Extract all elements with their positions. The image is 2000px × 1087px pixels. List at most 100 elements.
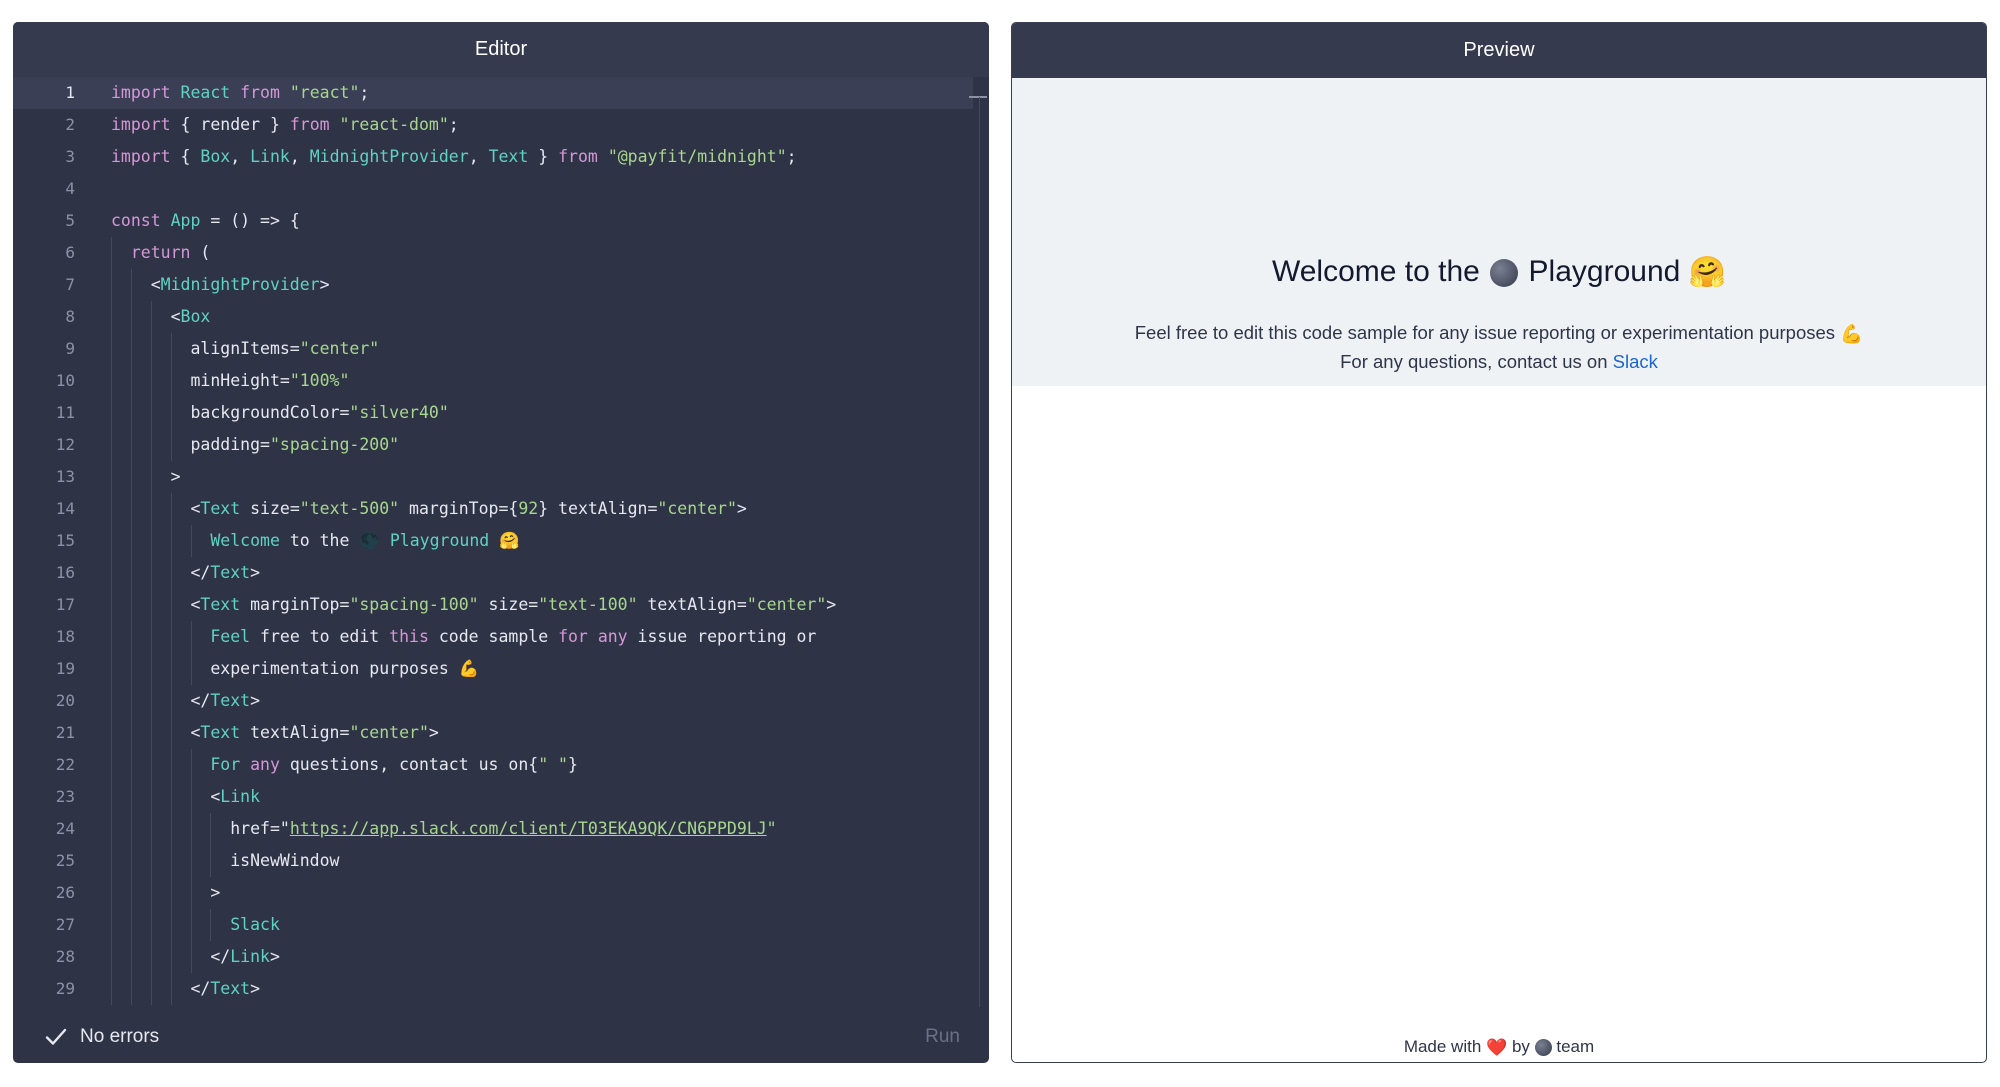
code-token: Box xyxy=(200,147,231,166)
footer-text-start: Made with xyxy=(1403,1037,1482,1056)
code-line[interactable]: 20 </Text> xyxy=(13,685,989,717)
code-line[interactable]: 23 <Link xyxy=(13,781,989,813)
code-token: "text-500" xyxy=(299,499,400,518)
line-number: 7 xyxy=(65,275,75,294)
code-token: > xyxy=(250,691,261,710)
preview-contact: For any questions, contact us on Slack xyxy=(1012,350,1986,374)
editor-panel: Editor 1 import React from "react"; 2 impor… xyxy=(13,22,989,1063)
code-line[interactable]: 1 import React from "react"; xyxy=(13,77,973,109)
code-token: from xyxy=(240,83,280,102)
code-token: > xyxy=(428,723,439,742)
code-token: any xyxy=(597,627,628,646)
line-code: import { Box, Link, MidnightProvider, Te… xyxy=(111,141,797,173)
line-number: 18 xyxy=(55,627,75,646)
code-token: size= xyxy=(478,595,539,614)
code-line[interactable]: 4 xyxy=(13,173,989,205)
line-code: import React from "react"; xyxy=(111,77,369,109)
line-number: 2 xyxy=(65,115,75,134)
code-line[interactable]: 9 alignItems="center" xyxy=(13,333,989,365)
code-line[interactable]: 21 <Text textAlign="center"> xyxy=(13,717,989,749)
code-token: For xyxy=(210,755,241,774)
code-token: for xyxy=(558,627,588,646)
code-token: padding= xyxy=(111,435,270,454)
code-line[interactable]: 3 import { Box, Link, MidnightProvider, T… xyxy=(13,141,989,173)
code-token: marginTop= xyxy=(240,595,350,614)
code-line[interactable]: 10 minHeight="100%" xyxy=(13,365,989,397)
code-line[interactable]: 28 </Link> xyxy=(13,941,989,973)
code-token: , xyxy=(230,147,251,166)
code-line[interactable]: 2 import { render } from "react-dom"; xyxy=(13,109,989,141)
code-line[interactable]: 24 href="https://app.slack.com/client/T0… xyxy=(13,813,989,845)
line-code: import { render } from "react-dom"; xyxy=(111,109,459,141)
code-token: Feel xyxy=(210,627,251,646)
code-line[interactable]: 8 <Box xyxy=(13,301,989,333)
code-line[interactable]: 25 isNewWindow xyxy=(13,845,989,877)
preview-panel: Preview Welcome to the Playground 🤗 Feel… xyxy=(1011,22,1987,1063)
line-code: href="https://app.slack.com/client/T03EK… xyxy=(111,813,776,845)
code-token: > xyxy=(250,563,261,582)
code-token: return xyxy=(130,243,191,262)
code-line[interactable]: 16 </Text> xyxy=(13,557,989,589)
line-code: For any questions, contact us on{" "} xyxy=(111,749,578,781)
line-code: minHeight="100%" xyxy=(111,365,349,397)
code-line[interactable]: 11 backgroundColor="silver40" xyxy=(13,397,989,429)
code-token: import xyxy=(111,83,171,102)
code-token: </ xyxy=(111,979,211,998)
line-code: return ( xyxy=(111,237,210,269)
line-number: 14 xyxy=(55,499,75,518)
code-line[interactable]: 22 For any questions, contact us on{" "} xyxy=(13,749,989,781)
code-token: < xyxy=(111,595,201,614)
code-line[interactable]: 27 Slack xyxy=(13,909,989,941)
code-line[interactable]: 18 Feel free to edit this code sample fo… xyxy=(13,621,989,653)
code-token: < xyxy=(111,723,201,742)
code-token: Text xyxy=(210,691,251,710)
code-token: } xyxy=(528,147,559,166)
code-token: from xyxy=(558,147,598,166)
line-number: 1 xyxy=(65,83,75,102)
code-line[interactable]: 12 padding="spacing-200" xyxy=(13,429,989,461)
code-line[interactable]: 15 Welcome to the 🌑 Playground 🤗 xyxy=(13,525,989,557)
code-line[interactable]: 7 <MidnightProvider> xyxy=(13,269,989,301)
code-line[interactable]: 6 return ( xyxy=(13,237,989,269)
code-token: MidnightProvider xyxy=(309,147,469,166)
code-token: , xyxy=(468,147,489,166)
line-number: 16 xyxy=(55,563,75,582)
code-token: "center" xyxy=(349,723,429,742)
line-code: backgroundColor="silver40" xyxy=(111,397,448,429)
code-url-link[interactable]: https://app.slack.com/client/T03EKA9QK/C… xyxy=(290,819,767,838)
code-line[interactable]: 19 experimentation purposes 💪 xyxy=(13,653,989,685)
line-number: 25 xyxy=(55,851,75,870)
code-editor[interactable]: 1 import React from "react"; 2 import { ren… xyxy=(13,77,989,1011)
editor-header: Editor xyxy=(13,22,989,77)
code-line[interactable]: 17 <Text marginTop="spacing-100" size="t… xyxy=(13,589,989,621)
line-code: Welcome to the 🌑 Playground 🤗 xyxy=(111,525,519,557)
contact-text: For any questions, contact us on xyxy=(1340,351,1608,372)
preview-description: Feel free to edit this code sample for a… xyxy=(1012,321,1986,346)
moon-icon xyxy=(1534,1039,1552,1057)
line-number: 23 xyxy=(55,787,75,806)
line-number: 6 xyxy=(65,243,75,262)
code-token: > xyxy=(250,979,261,998)
slack-link[interactable]: Slack xyxy=(1613,351,1658,372)
line-number: 27 xyxy=(55,915,75,934)
code-line[interactable]: 29 </Text> xyxy=(13,973,989,1005)
code-token: Text xyxy=(200,595,241,614)
scroll-marker xyxy=(969,96,987,98)
code-token: Text xyxy=(210,563,251,582)
code-line[interactable]: 13 > xyxy=(13,461,989,493)
code-token: isNewWindow xyxy=(111,851,340,870)
line-number: 4 xyxy=(65,179,75,198)
code-token: Text xyxy=(488,147,529,166)
code-line[interactable]: 26 > xyxy=(13,877,989,909)
code-token: , xyxy=(289,147,310,166)
code-token: "center" xyxy=(746,595,827,614)
code-token: </ xyxy=(111,691,211,710)
line-code: <Text size="text-500" marginTop={92} tex… xyxy=(111,493,746,525)
line-code: isNewWindow xyxy=(111,845,339,877)
code-line[interactable]: 5 const App = () => { xyxy=(13,205,989,237)
run-button[interactable]: Run xyxy=(925,1026,960,1048)
code-line[interactable]: 14 <Text size="text-500" marginTop={92} … xyxy=(13,493,989,525)
line-code: alignItems="center" xyxy=(111,333,379,365)
